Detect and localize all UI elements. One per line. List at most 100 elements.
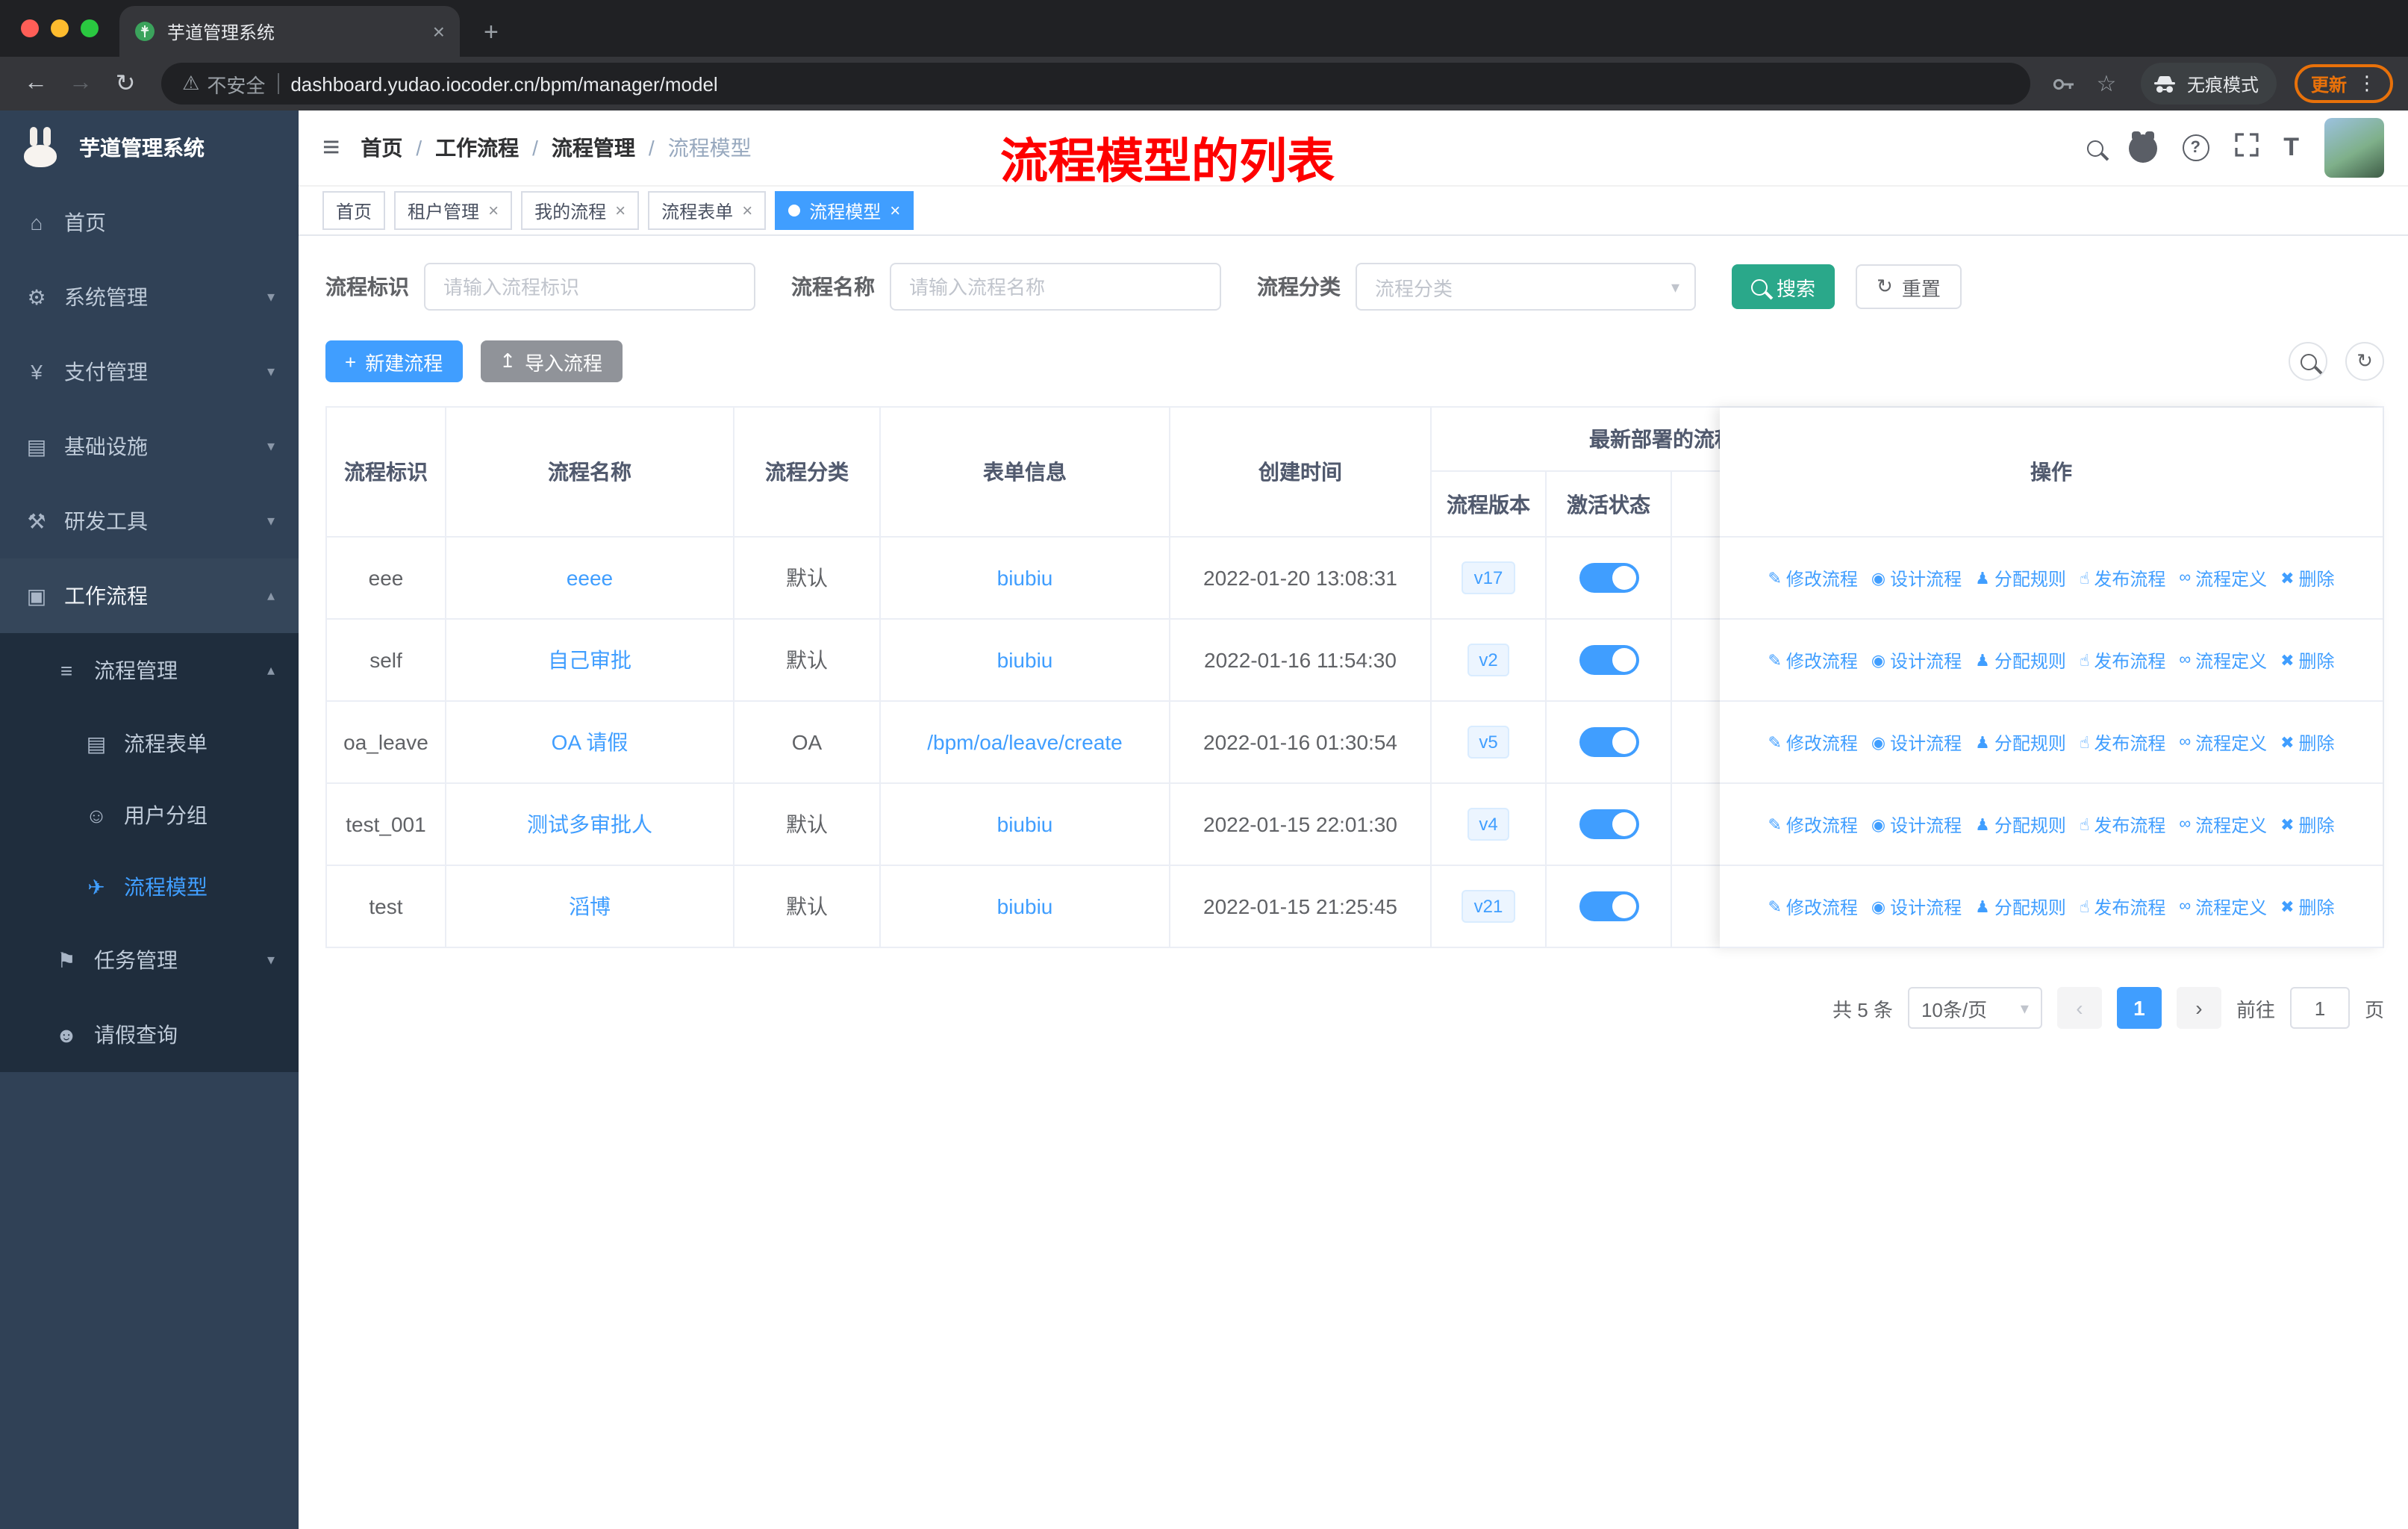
tag-my-process[interactable]: 我的流程 × [521,191,640,230]
sidebar-item-workflow[interactable]: ▣ 工作流程 ▴ [0,558,299,633]
process-name-link[interactable]: 自己审批 [548,645,631,675]
form-link[interactable]: /bpm/oa/leave/create [927,730,1123,754]
tag-process-model[interactable]: 流程模型 × [775,191,914,230]
action-design-link[interactable]: ◉ 设计流程 [1871,729,1962,755]
incognito-badge[interactable]: 无痕模式 [2140,63,2277,105]
browser-update-button[interactable]: 更新 ⋮ [2294,64,2393,103]
import-process-button[interactable]: ↥ 导入流程 [480,340,623,382]
active-toggle[interactable] [1579,727,1638,757]
browser-menu-icon[interactable]: ⋮ [2357,72,2377,96]
sidebar-item-task-management[interactable]: ⚑ 任务管理 ▾ [0,923,299,997]
action-publish-link[interactable]: ☝ 发布流程 [2080,894,2165,919]
category-select[interactable]: 流程分类 ▾ [1356,263,1696,311]
action-assign-link[interactable]: ♟ 分配规则 [1975,565,2066,591]
reset-button[interactable]: ↻ 重置 [1856,264,1962,309]
action-assign-link[interactable]: ♟ 分配规则 [1975,894,2066,919]
action-design-link[interactable]: ◉ 设计流程 [1871,812,1962,837]
action-delete-link[interactable]: ✖ 删除 [2280,565,2334,591]
action-definition-link[interactable]: ∞ 流程定义 [2179,729,2267,755]
action-assign-link[interactable]: ♟ 分配规则 [1975,729,2066,755]
action-modify-link[interactable]: ✎ 修改流程 [1768,647,1857,673]
sidebar-item-user-group[interactable]: ☺ 用户分组 [0,779,299,851]
process-key-input[interactable] [424,263,755,311]
action-assign-link[interactable]: ♟ 分配规则 [1975,812,2066,837]
help-icon[interactable]: ? [2182,134,2209,161]
action-design-link[interactable]: ◉ 设计流程 [1871,647,1962,673]
breadcrumb-process-management[interactable]: 流程管理 [552,133,635,163]
sidebar-item-process-form[interactable]: ▤ 流程表单 [0,708,299,779]
process-name-link[interactable]: 测试多审批人 [527,809,652,839]
process-name-input[interactable] [890,263,1221,311]
url-text[interactable]: dashboard.yudao.iocoder.cn/bpm/manager/m… [290,72,717,95]
action-modify-link[interactable]: ✎ 修改流程 [1768,894,1857,919]
sidebar-item-process-model[interactable]: ✈ 流程模型 [0,851,299,923]
user-avatar[interactable] [2324,118,2384,178]
sidebar-item-devtools[interactable]: ⚒ 研发工具 ▾ [0,484,299,558]
action-definition-link[interactable]: ∞ 流程定义 [2179,812,2267,837]
password-key-icon[interactable] [2045,64,2084,103]
search-icon[interactable] [2086,140,2103,156]
close-icon[interactable]: × [742,200,752,221]
action-publish-link[interactable]: ☝ 发布流程 [2080,729,2165,755]
action-modify-link[interactable]: ✎ 修改流程 [1768,729,1857,755]
sidebar-item-leave-query[interactable]: ☻ 请假查询 [0,997,299,1072]
action-assign-link[interactable]: ♟ 分配规则 [1975,647,2066,673]
page-number-button[interactable]: 1 [2116,987,2162,1029]
security-warning[interactable]: ⚠ 不安全 [182,69,265,98]
breadcrumb-home[interactable]: 首页 [361,133,402,163]
tag-home[interactable]: 首页 [322,191,386,230]
goto-page-input[interactable] [2289,987,2350,1029]
fullscreen-icon[interactable] [2234,132,2258,164]
github-icon[interactable] [2128,131,2157,162]
forward-icon[interactable]: → [60,63,102,105]
create-process-button[interactable]: + 新建流程 [325,340,463,382]
process-name-link[interactable]: 滔博 [569,891,611,921]
page-size-select[interactable]: 10条/页 ▾ [1907,987,2042,1029]
active-toggle[interactable] [1579,645,1638,675]
show-search-button[interactable] [2289,342,2327,381]
maximize-window-button[interactable] [81,19,99,37]
tab-close-icon[interactable]: × [433,19,445,43]
process-name-link[interactable]: OA 请假 [552,727,628,757]
close-icon[interactable]: × [488,200,499,221]
action-publish-link[interactable]: ☝ 发布流程 [2080,647,2165,673]
action-definition-link[interactable]: ∞ 流程定义 [2179,647,2267,673]
reload-icon[interactable]: ↻ [105,63,146,105]
breadcrumb-workflow[interactable]: 工作流程 [435,133,519,163]
process-name-link[interactable]: eeee [567,566,613,590]
action-modify-link[interactable]: ✎ 修改流程 [1768,565,1857,591]
action-definition-link[interactable]: ∞ 流程定义 [2179,894,2267,919]
form-link[interactable]: biubiu [997,648,1053,672]
action-design-link[interactable]: ◉ 设计流程 [1871,894,1962,919]
action-publish-link[interactable]: ☝ 发布流程 [2080,812,2165,837]
app-logo[interactable]: 芋道管理系统 [0,110,299,185]
form-link[interactable]: biubiu [997,894,1053,918]
close-icon[interactable]: × [890,200,900,221]
action-delete-link[interactable]: ✖ 删除 [2280,812,2334,837]
action-delete-link[interactable]: ✖ 删除 [2280,894,2334,919]
refresh-table-button[interactable]: ↻ [2345,342,2384,381]
active-toggle[interactable] [1579,809,1638,839]
sidebar-item-infrastructure[interactable]: ▤ 基础设施 ▾ [0,409,299,484]
bookmark-star-icon[interactable]: ☆ [2087,64,2126,103]
action-design-link[interactable]: ◉ 设计流程 [1871,565,1962,591]
sidebar-toggle-icon[interactable]: ≡ [322,131,340,165]
close-icon[interactable]: × [615,200,626,221]
active-toggle[interactable] [1579,563,1638,593]
new-tab-button[interactable]: + [484,18,499,48]
action-modify-link[interactable]: ✎ 修改流程 [1768,812,1857,837]
browser-tab[interactable]: 芋道管理系统 × [119,6,460,57]
action-delete-link[interactable]: ✖ 删除 [2280,729,2334,755]
action-delete-link[interactable]: ✖ 删除 [2280,647,2334,673]
tag-process-form[interactable]: 流程表单 × [648,191,767,230]
next-page-button[interactable]: › [2176,987,2221,1029]
close-window-button[interactable] [21,19,39,37]
search-button[interactable]: 搜索 [1732,264,1835,309]
sidebar-item-system[interactable]: ⚙ 系统管理 ▾ [0,260,299,334]
form-link[interactable]: biubiu [997,812,1053,836]
sidebar-item-payment[interactable]: ¥ 支付管理 ▾ [0,334,299,409]
minimize-window-button[interactable] [51,19,69,37]
sidebar-item-process-management[interactable]: ≡ 流程管理 ▴ [0,633,299,708]
action-publish-link[interactable]: ☝ 发布流程 [2080,565,2165,591]
prev-page-button[interactable]: ‹ [2056,987,2102,1029]
